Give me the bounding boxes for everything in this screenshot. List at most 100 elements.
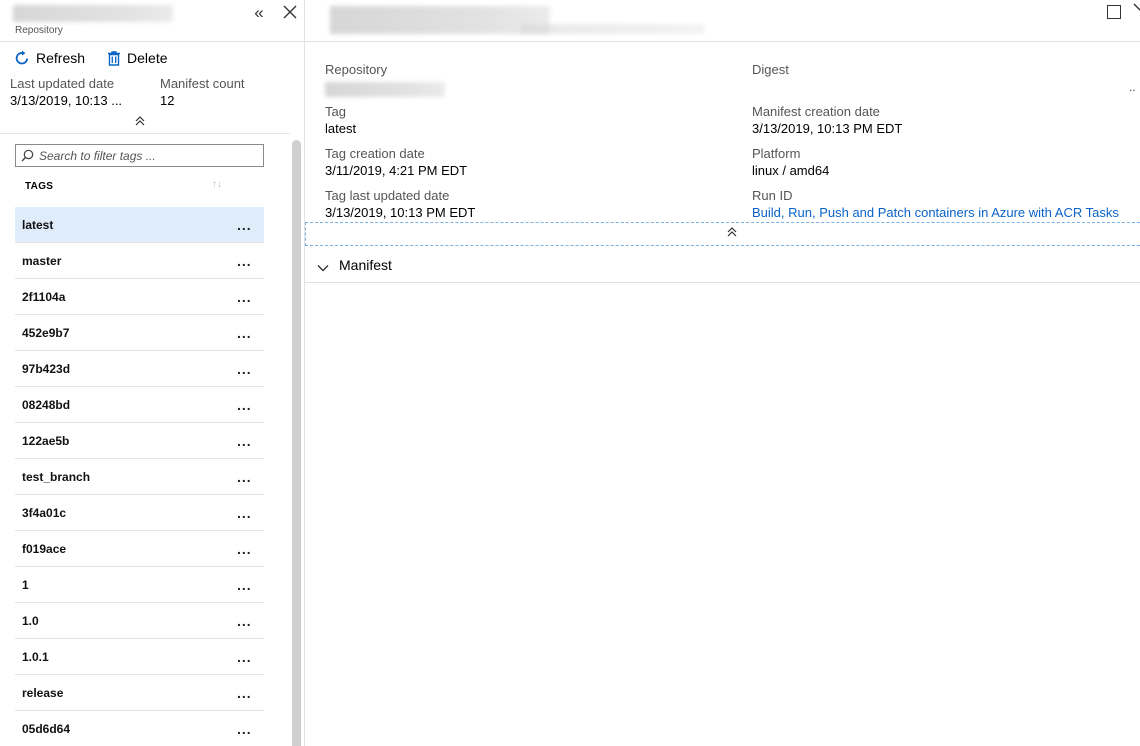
- tag-name: 3f4a01c: [22, 506, 67, 520]
- more-icon[interactable]: ...: [237, 542, 252, 556]
- run-id-link[interactable]: Build, Run, Push and Patch containers in…: [752, 205, 1119, 220]
- refresh-icon: [14, 50, 30, 66]
- refresh-label: Refresh: [36, 50, 86, 66]
- digest-property: Digest: [752, 62, 789, 77]
- tag-value: latest: [325, 121, 357, 136]
- pane-subtitle: Repository: [15, 25, 63, 36]
- last-updated-value: 3/13/2019, 10:13 ...: [10, 93, 123, 108]
- trash-icon: [107, 50, 121, 66]
- more-icon[interactable]: ...: [237, 614, 252, 628]
- tag-filter-input[interactable]: [39, 148, 249, 163]
- more-icon[interactable]: ...: [237, 326, 252, 340]
- tags-column-header: TAGS ↑↓: [15, 175, 264, 205]
- tag-name: f019ace: [22, 542, 67, 556]
- details-header-divider: [305, 41, 1140, 42]
- more-icon[interactable]: ...: [237, 254, 252, 268]
- tag-name: 08248bd: [22, 398, 71, 412]
- essentials-toggle-bar: [305, 222, 1140, 246]
- close-icon[interactable]: [1133, 3, 1140, 22]
- delete-label: Delete: [127, 50, 168, 66]
- more-icon[interactable]: ...: [237, 470, 252, 484]
- tag-name: test_branch: [22, 470, 91, 484]
- repository-label: Repository: [325, 62, 388, 77]
- last-updated-label: Last updated date: [10, 76, 115, 91]
- more-icon[interactable]: ...: [237, 722, 252, 736]
- summary-divider: [0, 133, 290, 134]
- tag-row[interactable]: test_branch ...: [15, 459, 264, 495]
- tag-row[interactable]: 97b423d ...: [15, 351, 264, 387]
- details-subtitle-redacted: [520, 24, 705, 34]
- more-icon[interactable]: ...: [237, 434, 252, 448]
- tag-list: latest ... master ... 2f1104a ... 452e9b…: [15, 207, 264, 746]
- tags-pane: Repository « Refresh Delete Last updated…: [0, 0, 304, 746]
- manifest-section-title: Manifest: [339, 257, 392, 273]
- tag-row-latest[interactable]: latest ...: [15, 207, 264, 243]
- tag-creation-label: Tag creation date: [325, 146, 425, 161]
- tag-label: Tag: [325, 104, 346, 119]
- tag-row[interactable]: 122ae5b ...: [15, 423, 264, 459]
- digest-overflow: ..: [1129, 80, 1136, 94]
- more-icon[interactable]: ...: [237, 218, 252, 232]
- more-icon[interactable]: ...: [237, 686, 252, 700]
- header-divider: [0, 41, 304, 42]
- double-chevron-up-icon[interactable]: [724, 226, 740, 240]
- tag-row[interactable]: 1.0 ...: [15, 603, 264, 639]
- manifest-creation-label: Manifest creation date: [752, 104, 880, 119]
- tag-row[interactable]: master ...: [15, 243, 264, 279]
- manifest-count-label: Manifest count: [160, 76, 245, 91]
- close-icon[interactable]: [279, 3, 301, 23]
- delete-button[interactable]: Delete: [107, 50, 168, 66]
- more-icon[interactable]: ...: [237, 290, 252, 304]
- run-id-property: Run ID Build, Run, Push and Patch contai…: [752, 188, 1119, 220]
- tag-name: 122ae5b: [22, 434, 70, 448]
- search-icon: [21, 149, 34, 162]
- run-id-label: Run ID: [752, 188, 793, 203]
- more-icon[interactable]: ...: [237, 506, 252, 520]
- tag-creation-value: 3/11/2019, 4:21 PM EDT: [325, 163, 468, 178]
- manifest-count-value: 12: [160, 93, 175, 108]
- tag-row[interactable]: 1.0.1 ...: [15, 639, 264, 675]
- refresh-button[interactable]: Refresh: [14, 50, 85, 66]
- tag-row[interactable]: 1 ...: [15, 567, 264, 603]
- tag-name: 05d6d64: [22, 722, 71, 736]
- tag-filter-box: [15, 144, 264, 167]
- tag-last-updated-property: Tag last updated date 3/13/2019, 10:13 P…: [325, 188, 475, 220]
- platform-label: Platform: [752, 146, 801, 161]
- tag-name: 1.0: [22, 614, 39, 628]
- tag-row[interactable]: 08248bd ...: [15, 387, 264, 423]
- tag-row[interactable]: release ...: [15, 675, 264, 711]
- platform-value: linux / amd64: [752, 163, 830, 178]
- tag-row[interactable]: 3f4a01c ...: [15, 495, 264, 531]
- tag-name: 97b423d: [22, 362, 71, 376]
- tag-name: 1.0.1: [22, 650, 49, 664]
- manifest-creation-value: 3/13/2019, 10:13 PM EDT: [752, 121, 903, 136]
- maximize-icon[interactable]: [1107, 5, 1121, 19]
- tag-name: master: [22, 254, 62, 268]
- pane-divider: [304, 0, 305, 746]
- tag-last-updated-value: 3/13/2019, 10:13 PM EDT: [325, 205, 476, 220]
- tag-name: 2f1104a: [22, 290, 66, 304]
- platform-property: Platform linux / amd64: [752, 146, 829, 178]
- sort-icon[interactable]: ↑↓: [212, 179, 222, 190]
- more-icon[interactable]: ...: [237, 578, 252, 592]
- details-title-redacted: [330, 6, 550, 34]
- tag-property: Tag latest: [325, 104, 356, 136]
- tags-header-label: TAGS: [25, 181, 54, 192]
- manifest-section-header[interactable]: Manifest: [305, 250, 1140, 283]
- more-icon[interactable]: ...: [237, 362, 252, 376]
- tag-row[interactable]: 452e9b7 ...: [15, 315, 264, 351]
- repository-value-redacted: [325, 82, 445, 97]
- tag-list-scrollbar[interactable]: [292, 140, 301, 746]
- chevron-down-icon: [317, 260, 329, 278]
- tag-name: latest: [22, 218, 54, 232]
- more-icon[interactable]: ...: [237, 650, 252, 664]
- tag-row[interactable]: 2f1104a ...: [15, 279, 264, 315]
- tag-name: 452e9b7: [22, 326, 70, 340]
- tag-row[interactable]: f019ace ...: [15, 531, 264, 567]
- tag-row[interactable]: 05d6d64 ...: [15, 711, 264, 746]
- tag-name: release: [22, 686, 64, 700]
- double-chevron-left-icon[interactable]: «: [248, 3, 270, 23]
- double-chevron-up-icon[interactable]: [131, 115, 149, 131]
- more-icon[interactable]: ...: [237, 398, 252, 412]
- toolbar: Refresh Delete: [14, 50, 168, 66]
